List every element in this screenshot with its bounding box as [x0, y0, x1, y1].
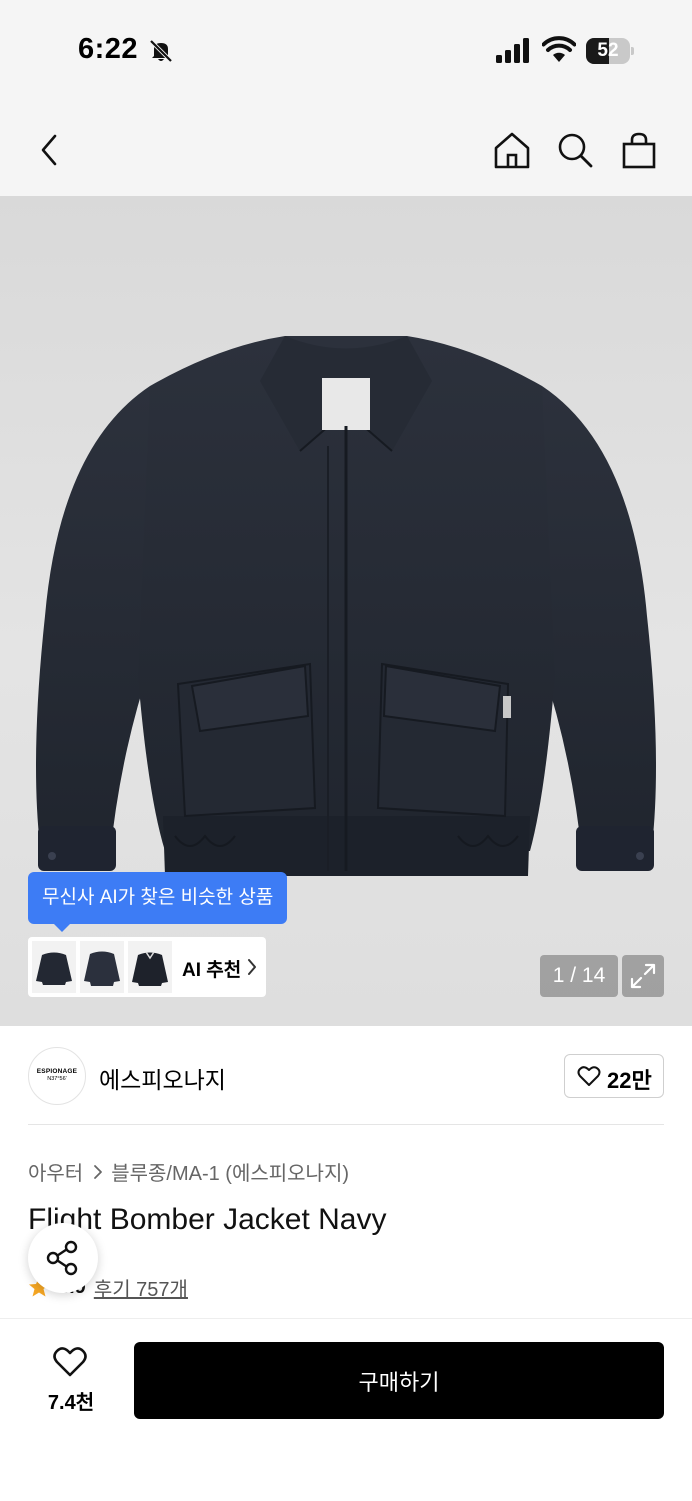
heart-icon: [577, 1066, 601, 1086]
ai-similar-tooltip[interactable]: 무신사 AI가 찾은 비슷한 상품: [28, 872, 288, 932]
ai-recommend-label: AI 추천: [182, 960, 242, 981]
back-button[interactable]: [30, 130, 68, 170]
brand-logo-subtext: N37°56': [47, 1076, 67, 1082]
jacket-thumbnail-image: [84, 951, 120, 986]
expand-icon: [630, 963, 656, 989]
brand-logo-text: ESPIONAGE: [36, 1068, 78, 1075]
ai-thumbnail[interactable]: [80, 941, 124, 993]
reviews-link[interactable]: 후기 757개: [94, 1273, 188, 1302]
cart-button[interactable]: [620, 130, 658, 170]
brand-logo[interactable]: ESPIONAGE N37°56': [28, 1047, 86, 1105]
section-divider: [28, 1124, 664, 1125]
bell-slash-icon: [149, 39, 173, 63]
product-like-count: 7.4천: [47, 1392, 95, 1414]
jacket-thumbnail-image: [36, 952, 72, 985]
brand-name[interactable]: 에스피오나지: [99, 1061, 226, 1095]
brand-like-count: 22만: [607, 1068, 652, 1093]
ai-thumbnail[interactable]: [128, 941, 172, 993]
status-time: 6:22: [78, 33, 139, 65]
wifi-icon: [542, 36, 576, 62]
gallery-page-indicator: 1 / 14: [540, 955, 618, 997]
chevron-right-icon: [248, 959, 256, 975]
heart-icon[interactable]: [52, 1346, 88, 1378]
ai-recommend-card[interactable]: AI 추천: [28, 937, 266, 997]
expand-button[interactable]: [622, 955, 664, 997]
battery-indicator: 52: [586, 38, 634, 64]
share-icon: [46, 1240, 78, 1276]
battery-level: 52: [597, 40, 619, 61]
brand-like-button[interactable]: 22만: [564, 1054, 664, 1098]
chevron-right-icon: [94, 1164, 103, 1179]
home-icon: [494, 132, 530, 169]
share-button[interactable]: [28, 1223, 98, 1293]
search-button[interactable]: [556, 130, 594, 170]
home-button[interactable]: [493, 130, 531, 170]
breadcrumb-subcategory[interactable]: 블루종/MA-1 (에스피오나지): [111, 1157, 349, 1186]
shopping-bag-icon: [622, 132, 656, 169]
jacket-thumbnail-image: [132, 951, 168, 986]
buy-button[interactable]: 구매하기: [134, 1342, 664, 1419]
chevron-left-icon: [41, 134, 57, 166]
ai-thumbnail[interactable]: [32, 941, 76, 993]
breadcrumb-category[interactable]: 아우터: [28, 1157, 83, 1186]
signal-icon: [496, 38, 529, 63]
breadcrumb: 아우터 블루종/MA-1 (에스피오나지): [28, 1157, 349, 1186]
search-icon: [558, 133, 593, 168]
